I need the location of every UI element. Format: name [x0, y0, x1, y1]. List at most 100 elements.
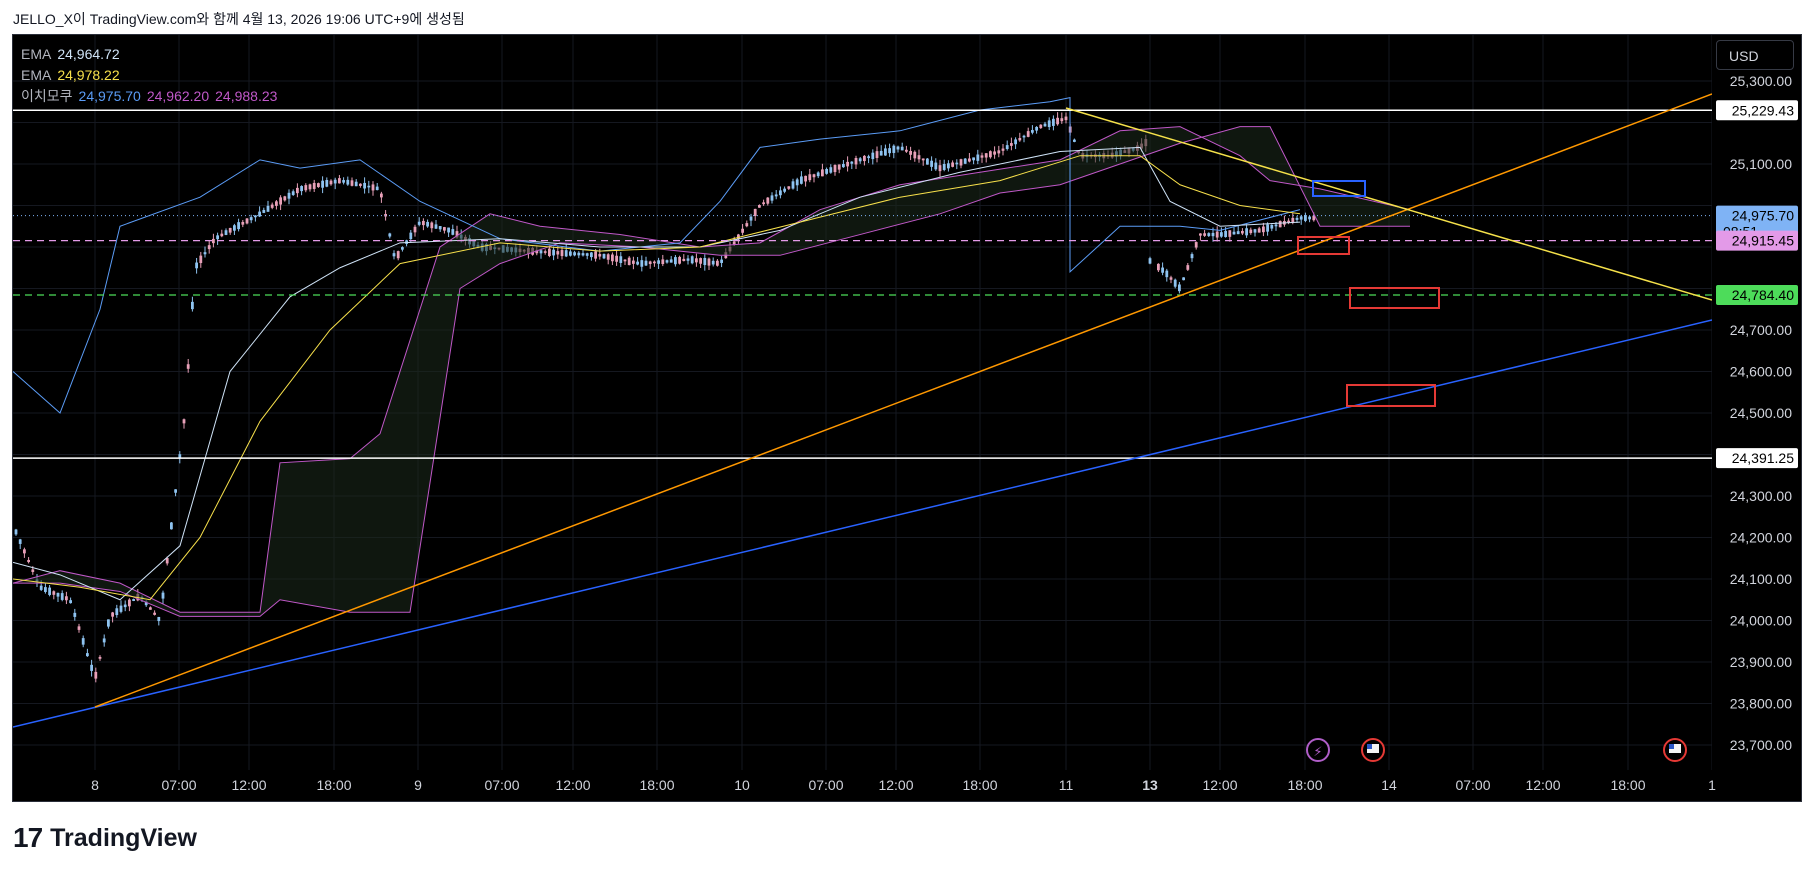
y-tick-label: 23,700.00	[1730, 737, 1792, 753]
x-tick-label: 18:00	[316, 777, 351, 793]
indicator-legend[interactable]: EMA 24,964.72 EMA 24,978.22 이치모쿠 24,975.70 2…	[21, 44, 283, 107]
candle	[128, 599, 131, 607]
us-flag-icon-canton	[1669, 744, 1674, 749]
candle	[1224, 230, 1227, 238]
candle	[556, 251, 560, 255]
x-tick-label: 12:00	[1525, 777, 1560, 793]
price-chart[interactable]: ⚡ 23,700.00 23,800.00 23,900.00 24,000.00 24,…	[0, 0, 1815, 877]
candle	[590, 252, 593, 258]
candle	[69, 600, 72, 604]
candle	[779, 190, 782, 196]
candle	[720, 259, 723, 263]
x-tick-label: 18:00	[1287, 777, 1322, 793]
candle	[606, 254, 610, 260]
candle	[1064, 116, 1068, 121]
x-tick-label: 12:00	[555, 777, 590, 793]
candle	[627, 257, 631, 266]
candle	[443, 227, 446, 231]
candle	[812, 174, 816, 178]
candle	[1295, 217, 1299, 220]
candle	[27, 559, 30, 563]
candle	[892, 145, 896, 153]
candle	[325, 179, 329, 187]
candle	[1035, 126, 1038, 131]
candle	[1157, 263, 1160, 271]
candle	[1186, 265, 1190, 270]
candle	[917, 155, 921, 160]
y-tick-label: 24,200.00	[1730, 530, 1792, 546]
candle	[678, 256, 681, 264]
candle	[1190, 254, 1194, 259]
candle	[1026, 131, 1030, 137]
candle	[854, 158, 858, 165]
candle	[123, 604, 127, 608]
footer-brand[interactable]: 17 TradingView	[13, 822, 197, 854]
candle	[560, 250, 564, 257]
candle	[594, 251, 597, 259]
candle	[73, 612, 77, 617]
candle	[636, 261, 639, 265]
legend-ema-1[interactable]: EMA 24,964.72	[21, 44, 283, 65]
currency-button[interactable]: USD	[1716, 40, 1794, 70]
legend-ichimoku[interactable]: 이치모쿠 24,975.70 24,962.20 24,988.23	[21, 86, 283, 107]
candle	[921, 158, 925, 161]
candle	[1270, 224, 1274, 229]
legend-ema-2[interactable]: EMA 24,978.22	[21, 65, 283, 86]
candle	[60, 593, 64, 600]
y-tick-label: 24,100.00	[1730, 571, 1792, 587]
candle	[804, 175, 807, 182]
candle	[686, 258, 690, 261]
candle	[959, 159, 963, 166]
candle	[270, 204, 274, 208]
candle	[791, 181, 795, 189]
candle	[191, 301, 194, 310]
candle	[312, 182, 316, 189]
candle	[1056, 117, 1059, 125]
candle	[350, 180, 354, 186]
candle	[157, 616, 161, 622]
candle	[354, 181, 358, 187]
candle	[632, 260, 635, 264]
candle	[287, 192, 291, 199]
candle	[1232, 231, 1236, 235]
x-tick-label: 07:00	[1455, 777, 1490, 793]
candle	[1018, 138, 1022, 141]
candle	[371, 184, 375, 191]
candle	[758, 205, 761, 208]
y-tick-label: 25,300.00	[1730, 73, 1792, 89]
candle	[989, 151, 992, 158]
x-tick-label: 07:00	[808, 777, 843, 793]
candle	[1262, 226, 1265, 233]
x-tick-label: 10	[734, 777, 750, 793]
candle	[401, 247, 404, 250]
candle	[800, 176, 803, 184]
candle	[44, 587, 47, 592]
candle	[707, 258, 711, 266]
price-tag-value: 24,784.40	[1732, 287, 1794, 303]
candle	[665, 260, 669, 263]
candle	[132, 599, 135, 601]
candle	[1060, 118, 1064, 122]
candle	[1165, 270, 1169, 278]
candle	[1161, 267, 1164, 273]
candle	[703, 257, 707, 266]
candle	[741, 228, 744, 233]
candle	[342, 180, 345, 183]
candle	[938, 165, 942, 172]
candle	[65, 596, 68, 601]
candle	[543, 251, 547, 253]
candle	[1308, 216, 1311, 220]
candle	[611, 254, 614, 262]
y-tick-label: 24,000.00	[1730, 613, 1792, 629]
candle	[245, 218, 249, 224]
candle	[86, 653, 89, 657]
candle	[380, 193, 383, 198]
candle	[1073, 139, 1076, 142]
candle	[1047, 120, 1051, 128]
candle	[884, 148, 887, 156]
candle	[913, 151, 917, 159]
legend-ema-2-name: EMA	[21, 67, 52, 83]
candle	[308, 184, 312, 190]
tradingview-logo-icon: 17	[13, 822, 43, 853]
candle	[1010, 143, 1013, 146]
